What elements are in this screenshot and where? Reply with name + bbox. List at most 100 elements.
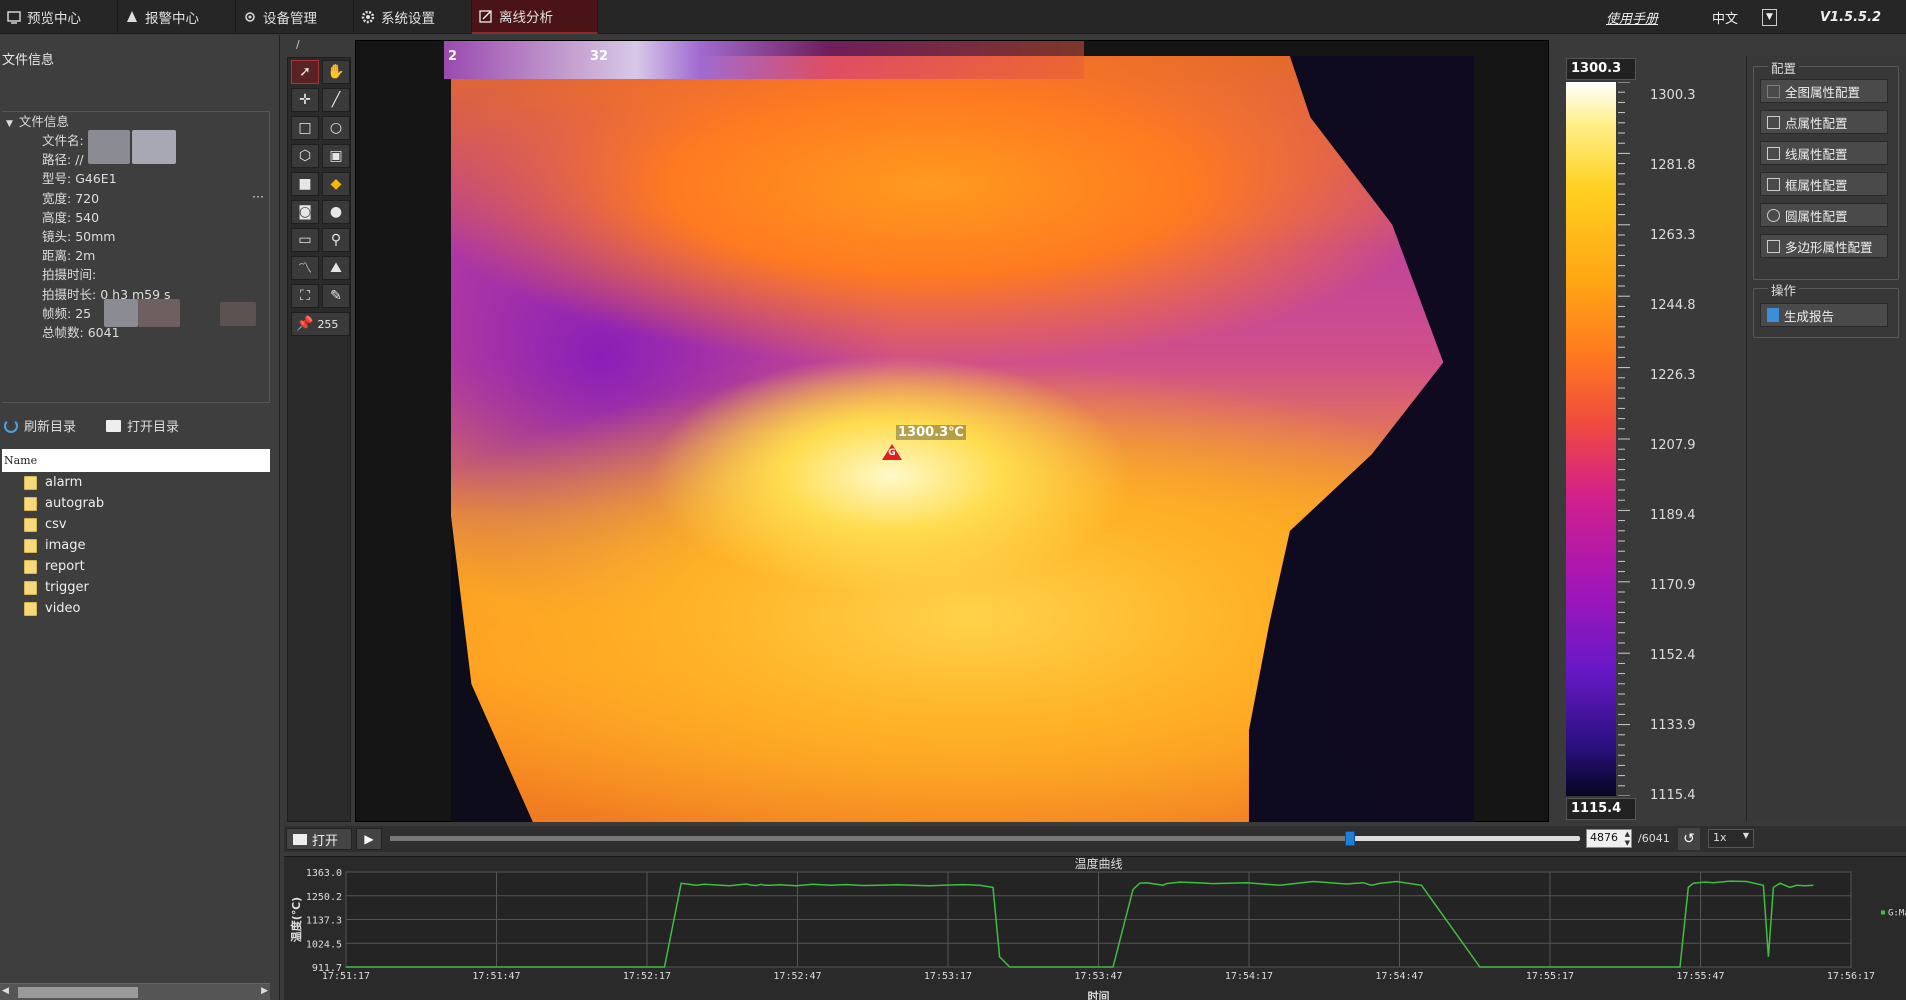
- colorbar: [1566, 82, 1616, 796]
- folder-icon: [24, 580, 37, 595]
- record-button[interactable]: ▭: [291, 228, 319, 252]
- open-file-button[interactable]: 打开: [286, 828, 352, 850]
- colorbar-label: 1244.8: [1650, 298, 1696, 313]
- marker-pin-button[interactable]: 📌 255: [291, 312, 350, 336]
- fullscreen-image-button[interactable]: ■: [291, 172, 319, 196]
- line-config-icon: [1767, 146, 1780, 160]
- scroll-right-icon[interactable]: ▶: [261, 986, 268, 996]
- folder-label: alarm: [45, 475, 83, 490]
- file-info-label: 型号:: [42, 171, 72, 187]
- x-tick-label: 17:52:47: [773, 971, 821, 982]
- spin-icon[interactable]: ▲ ▼: [1625, 830, 1630, 848]
- file-info-group-header[interactable]: ▼ 文件信息: [6, 111, 69, 130]
- line-icon: ╱: [331, 92, 341, 108]
- path-more-button[interactable]: ···: [252, 189, 264, 204]
- point-tool-button[interactable]: ✛: [291, 88, 319, 112]
- polygon-tool-button[interactable]: ⬡: [291, 144, 319, 168]
- refresh-dir-button[interactable]: 刷新目录: [4, 416, 76, 435]
- language-dropdown[interactable]: ▼: [1762, 0, 1777, 34]
- tab-preview-center[interactable]: 预览中心: [0, 0, 118, 34]
- colorbar-min: 1115.4: [1566, 798, 1636, 820]
- file-info-value: 720: [75, 190, 100, 206]
- report-icon: [1767, 308, 1779, 322]
- config-button-5[interactable]: 多边形属性配置: [1760, 234, 1888, 258]
- config-button-2[interactable]: 线属性配置: [1760, 141, 1888, 165]
- hand-tool-button[interactable]: ✋: [322, 60, 350, 84]
- open-dir-button[interactable]: 打开目录: [106, 416, 179, 435]
- snapshot-button[interactable]: ◙: [291, 200, 319, 224]
- capture-button[interactable]: ●: [322, 200, 350, 224]
- histogram-button[interactable]: ⛰: [322, 256, 350, 280]
- tab-label: 离线分析: [499, 10, 553, 26]
- tab-offline-analysis[interactable]: 离线分析: [472, 0, 598, 34]
- folder-item-alarm[interactable]: alarm: [2, 472, 270, 493]
- button-label: 线属性配置: [1785, 146, 1848, 162]
- fit-view-button[interactable]: ⛶: [291, 284, 319, 308]
- folder-item-report[interactable]: report: [2, 556, 270, 577]
- config-button-1[interactable]: 点属性配置: [1760, 110, 1888, 134]
- top-overlay-strip: 2 32: [444, 41, 1084, 79]
- y-tick-label: 1363.0: [306, 868, 342, 879]
- horizontal-scrollbar[interactable]: ◀ ▶: [0, 983, 270, 1000]
- folder-icon: [24, 517, 37, 532]
- frame-total: /6041: [1638, 832, 1670, 845]
- slider-thumb[interactable]: [1345, 831, 1356, 846]
- colorbar-label: 1263.3: [1650, 228, 1696, 243]
- colorbar-label: 1115.4: [1650, 788, 1696, 803]
- rewind-button[interactable]: ↺: [1678, 828, 1700, 850]
- config-button-0[interactable]: 全图属性配置: [1760, 79, 1888, 103]
- pin-icon: 📌: [296, 316, 314, 332]
- polygon-icon: ⬡: [298, 148, 312, 164]
- frame-number-input[interactable]: 4876 ▲ ▼: [1586, 829, 1632, 848]
- colorbar-label: 1226.3: [1650, 368, 1696, 383]
- user-manual-link[interactable]: 使用手册: [1606, 0, 1658, 34]
- file-info-row: 高度: 540: [42, 207, 99, 226]
- config-button-3[interactable]: 框属性配置: [1760, 172, 1888, 196]
- play-icon: ▶: [364, 832, 374, 846]
- chart-line-icon: 〽: [298, 261, 312, 277]
- button-label: 刷新目录: [24, 420, 77, 435]
- version-label: V1.5.5.2: [1820, 9, 1882, 25]
- tree-column-header[interactable]: Name: [2, 449, 270, 472]
- file-info-label: 距离:: [42, 248, 72, 264]
- button-label: 全图属性配置: [1785, 84, 1861, 100]
- top-nav-bar: 预览中心 报警中心 设备管理 系统设置 离线分析 使用手册 中文 ▼ V1.5.…: [0, 0, 1906, 34]
- trend-button[interactable]: 〽: [291, 256, 319, 280]
- palette-button[interactable]: ◆: [322, 172, 350, 196]
- folder-item-video[interactable]: video: [2, 598, 270, 619]
- tab-alarm-center[interactable]: 报警中心: [118, 0, 236, 34]
- chevron-down-icon: ▼: [1742, 831, 1749, 840]
- play-button[interactable]: ▶: [356, 828, 382, 850]
- folder-item-csv[interactable]: csv: [2, 514, 270, 535]
- generate-report-button[interactable]: 生成报告: [1760, 303, 1888, 327]
- circle-tool-button[interactable]: ○: [322, 116, 350, 140]
- folder-item-image[interactable]: image: [2, 535, 270, 556]
- colorbar-label: 1170.9: [1650, 578, 1696, 593]
- scrollbar-thumb[interactable]: [18, 987, 138, 998]
- speed-value: 1x: [1713, 831, 1727, 844]
- x-tick-label: 17:52:17: [623, 971, 671, 982]
- rect-tool-button[interactable]: □: [291, 116, 319, 140]
- tab-system-settings[interactable]: 系统设置: [354, 0, 472, 34]
- save-roi-button[interactable]: ▣: [322, 144, 350, 168]
- y-tick-label: 1024.5: [306, 939, 342, 950]
- focus-button[interactable]: ⚲: [322, 228, 350, 252]
- x-tick-label: 17:54:47: [1375, 971, 1423, 982]
- annotate-button[interactable]: ✎: [322, 284, 350, 308]
- speed-select[interactable]: 1x ▼: [1708, 829, 1754, 848]
- polygon-config-icon: [1767, 239, 1780, 253]
- scroll-left-icon[interactable]: ◀: [2, 986, 9, 996]
- tab-device-management[interactable]: 设备管理: [236, 0, 354, 34]
- button-label: 多边形属性配置: [1785, 239, 1873, 255]
- crosshair-icon: ✛: [299, 92, 311, 108]
- folder-label: image: [45, 538, 86, 553]
- folder-item-autograb[interactable]: autograb: [2, 493, 270, 514]
- select-tool-button[interactable]: ➚: [291, 60, 319, 84]
- tab-label: 系统设置: [381, 11, 435, 27]
- line-tool-button[interactable]: ╱: [322, 88, 350, 112]
- thermal-image-viewport[interactable]: 2 32 1300.3℃ G: [355, 40, 1549, 822]
- frame-slider[interactable]: [390, 831, 1580, 846]
- config-button-4[interactable]: 圆属性配置: [1760, 203, 1888, 227]
- folder-item-trigger[interactable]: trigger: [2, 577, 270, 598]
- rectangle-icon: □: [298, 120, 312, 136]
